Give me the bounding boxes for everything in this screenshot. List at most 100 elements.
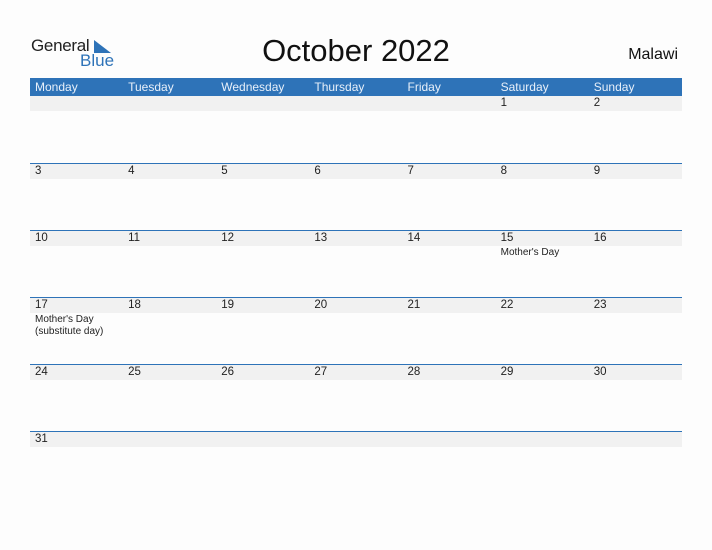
week-row: 31: [30, 431, 682, 498]
day-cell[interactable]: 31: [30, 432, 123, 499]
day-cell[interactable]: 29: [496, 365, 589, 432]
day-number: [594, 432, 682, 447]
day-cell[interactable]: 15 Mother's Day: [496, 231, 589, 298]
country-label: Malawi: [628, 46, 678, 63]
week-row: 3 4 5 6 7 8 9: [30, 163, 682, 230]
day-cell[interactable]: 21: [403, 298, 496, 365]
day-number: 18: [128, 299, 141, 311]
day-number: 28: [407, 366, 421, 378]
day-cell: [403, 432, 496, 499]
day-number: 24: [35, 366, 48, 378]
day-cell[interactable]: 16: [589, 231, 682, 298]
day-cell: [309, 96, 402, 163]
weeks-container: 1 2 3 4 5 6 7 8 9 10 11 12 13 14 15 Mother's Day 16 17 Mot…: [30, 96, 682, 498]
day-cell: [309, 432, 402, 499]
day-number: [128, 432, 216, 447]
day-cell[interactable]: 3: [30, 164, 123, 231]
day-cell[interactable]: 14: [403, 231, 496, 298]
day-number: 21: [407, 299, 421, 311]
day-cell[interactable]: 27: [309, 365, 402, 432]
day-cell[interactable]: 8: [496, 164, 589, 231]
day-number: 6: [314, 165, 321, 177]
day-cell[interactable]: 7: [403, 164, 496, 231]
day-number: 2: [593, 97, 601, 109]
week-cells: 17 Mother's Day (substitute day) 18 19 20 21 2…: [30, 298, 682, 365]
day-number: 27: [314, 366, 328, 378]
day-cell[interactable]: 10: [30, 231, 123, 298]
day-cell[interactable]: 19: [216, 298, 309, 365]
day-cell[interactable]: 9: [589, 164, 682, 231]
day-number: 29: [500, 366, 514, 378]
weekday-header: Monday Tuesday Wednesday Thursday Friday…: [30, 78, 682, 96]
day-number: 19: [221, 299, 235, 311]
day-number: [408, 96, 496, 111]
day-cell[interactable]: 4: [123, 164, 216, 231]
day-number: 20: [314, 299, 328, 311]
page-title: October 2022: [262, 33, 450, 68]
week-cells: 12: [30, 96, 682, 163]
day-number: 9: [593, 165, 601, 177]
day-number: [128, 96, 216, 111]
day-cell[interactable]: 18: [123, 298, 216, 365]
day-cell[interactable]: 11: [123, 231, 216, 298]
holiday-label: Mother's Day (substitute day): [35, 314, 104, 337]
day-number: 5: [221, 165, 228, 177]
day-number: 30: [593, 366, 607, 378]
week-cells: 3 4 5 6 7 8 9: [30, 164, 682, 231]
week-cells: 10 11 12 13 14 15 Mother's Day 16: [30, 231, 682, 298]
day-number: 16: [593, 232, 607, 244]
weekday-tuesday: Tuesday: [128, 80, 174, 94]
day-cell: [403, 96, 496, 163]
day-cell[interactable]: 5: [216, 164, 309, 231]
day-number: 14: [407, 232, 421, 244]
day-cell[interactable]: 28: [403, 365, 496, 432]
day-number: 17: [35, 299, 48, 311]
week-cells: 24 25 26 27 28 29 30: [30, 365, 682, 432]
day-cell: [216, 96, 309, 163]
day-number: 11: [128, 232, 141, 244]
day-number: 25: [128, 366, 141, 378]
day-number: 1: [500, 97, 508, 109]
day-cell[interactable]: 24: [30, 365, 123, 432]
day-cell[interactable]: 26: [216, 365, 309, 432]
day-cell[interactable]: 2: [589, 96, 682, 163]
day-number: [408, 432, 496, 447]
weekday-monday: Monday: [35, 80, 78, 94]
day-cell[interactable]: 23: [589, 298, 682, 365]
day-cell[interactable]: 20: [309, 298, 402, 365]
week-row: 12: [30, 96, 682, 163]
day-number: 7: [407, 165, 414, 177]
weekday-saturday: Saturday: [500, 80, 549, 94]
day-cell[interactable]: 1: [496, 96, 589, 163]
day-number: 22: [500, 299, 514, 311]
week-cells: 31: [30, 432, 682, 499]
weekday-thursday: Thursday: [314, 80, 365, 94]
day-number: [314, 432, 402, 447]
day-cell: [123, 96, 216, 163]
day-cell[interactable]: 22: [496, 298, 589, 365]
day-number: [221, 432, 309, 447]
week-row: 24 25 26 27 28 29 30: [30, 364, 682, 431]
weekday-friday: Friday: [407, 80, 441, 94]
day-cell: [496, 432, 589, 499]
week-row: 10 11 12 13 14 15 Mother's Day 16: [30, 230, 682, 297]
calendar-grid: Monday Tuesday Wednesday Thursday Friday…: [30, 78, 682, 498]
day-number: 3: [35, 165, 42, 177]
day-cell[interactable]: 30: [589, 365, 682, 432]
day-number: 31: [35, 433, 48, 445]
day-cell: [589, 432, 682, 499]
day-cell[interactable]: 17 Mother's Day (substitute day): [30, 298, 123, 365]
day-cell[interactable]: 12: [216, 231, 309, 298]
day-cell: [123, 432, 216, 499]
weekday-wednesday: Wednesday: [221, 80, 285, 94]
day-number: [501, 432, 589, 447]
day-number: 8: [500, 165, 508, 177]
day-cell[interactable]: 13: [309, 231, 402, 298]
day-cell[interactable]: 6: [309, 164, 402, 231]
day-number: 15: [500, 232, 514, 244]
day-number: 23: [593, 299, 607, 311]
day-number: [221, 96, 309, 111]
day-number: 4: [128, 165, 135, 177]
day-number: 10: [35, 232, 48, 244]
day-cell[interactable]: 25: [123, 365, 216, 432]
